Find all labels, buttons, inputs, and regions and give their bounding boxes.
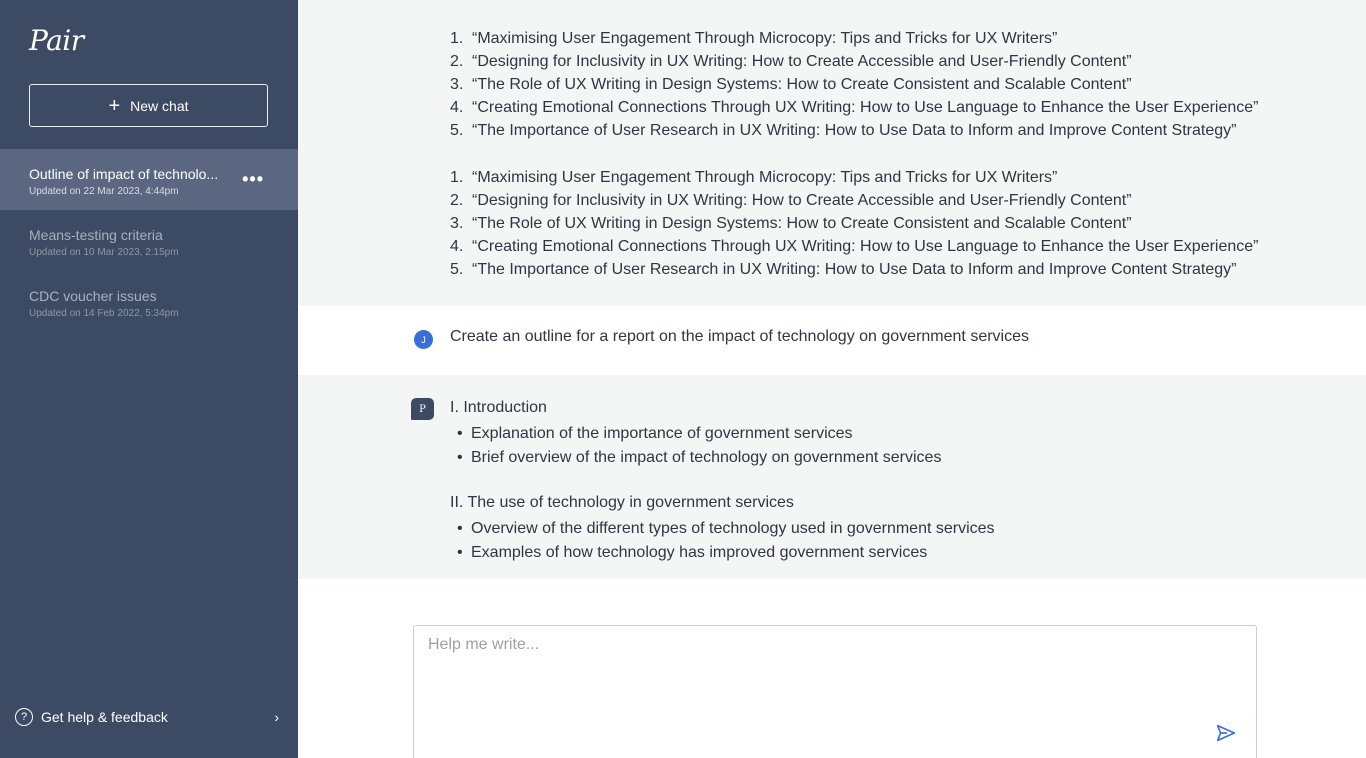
bullet-list: Overview of the different types of techn… <box>450 517 995 565</box>
outline-heading: I. Introduction <box>450 399 547 416</box>
sidebar: Pair + New chat Outline of impact of tec… <box>0 0 298 758</box>
composer-area <box>298 579 1366 758</box>
list-item: 2. “Designing for Inclusivity in UX Writi… <box>450 53 1132 70</box>
help-feedback-link[interactable]: ? Get help & feedback › <box>15 706 283 728</box>
list-item: 4. “Creating Emotional Connections Throug… <box>450 99 1259 116</box>
list-item: 2. “Designing for Inclusivity in UX Writi… <box>450 192 1132 209</box>
new-chat-label: New chat <box>130 97 189 114</box>
chat-date: Updated on 10 Mar 2023, 2:15pm <box>29 247 179 258</box>
list-item: Explanation of the importance of governm… <box>450 422 941 446</box>
user-avatar: J <box>414 330 433 349</box>
send-icon[interactable] <box>1215 722 1237 744</box>
chat-title: Means-testing criteria <box>29 227 163 243</box>
assistant-message: 1. “Maximising User Engagement Through Mi… <box>298 0 1366 306</box>
user-message-text: Create an outline for a report on the im… <box>450 328 1029 345</box>
list-item: 4. “Creating Emotional Connections Throug… <box>450 238 1259 255</box>
help-circle-icon: ? <box>15 708 33 726</box>
list-item: 3. “The Role of UX Writing in Design Syst… <box>450 76 1132 93</box>
chat-history-item-active[interactable]: Outline of impact of technolo... Updated… <box>0 149 298 210</box>
app-logo: Pair <box>29 24 84 57</box>
chat-date: Updated on 14 Feb 2022, 5:34pm <box>29 308 179 319</box>
app-window: Pair + New chat Outline of impact of tec… <box>0 0 1366 758</box>
chat-history-item[interactable]: Means-testing criteria Updated on 10 Mar… <box>0 210 298 271</box>
plus-icon: + <box>108 94 121 117</box>
list-item: Brief overview of the impact of technolo… <box>450 446 941 470</box>
numbered-list: 1. “Maximising User Engagement Through Mi… <box>450 27 1259 142</box>
list-item: 1. “Maximising User Engagement Through Mi… <box>450 169 1058 186</box>
list-item: 5. “The Importance of User Research in UX… <box>450 122 1237 139</box>
chevron-right-icon: › <box>274 709 279 725</box>
outline-heading: II. The use of technology in government … <box>450 494 794 511</box>
message-input[interactable] <box>414 626 1256 758</box>
chat-history-item[interactable]: CDC voucher issues Updated on 14 Feb 202… <box>0 271 298 332</box>
help-label: Get help & feedback <box>41 709 168 725</box>
list-item: 1. “Maximising User Engagement Through Mi… <box>450 30 1058 47</box>
bullet-list: Explanation of the importance of governm… <box>450 422 941 470</box>
new-chat-button[interactable]: + New chat <box>29 84 268 127</box>
chat-title: Outline of impact of technolo... <box>29 166 219 182</box>
assistant-avatar: P <box>411 398 434 420</box>
list-item: Overview of the different types of techn… <box>450 517 995 541</box>
numbered-list: 1. “Maximising User Engagement Through Mi… <box>450 166 1259 281</box>
list-item: Examples of how technology has improved … <box>450 541 995 565</box>
list-item: 5. “The Importance of User Research in UX… <box>450 261 1237 278</box>
more-options-icon[interactable]: ••• <box>242 169 264 190</box>
composer-box <box>413 625 1257 758</box>
conversation-pane: 1. “Maximising User Engagement Through Mi… <box>298 0 1366 758</box>
chat-title: CDC voucher issues <box>29 288 157 304</box>
list-item: 3. “The Role of UX Writing in Design Syst… <box>450 215 1132 232</box>
